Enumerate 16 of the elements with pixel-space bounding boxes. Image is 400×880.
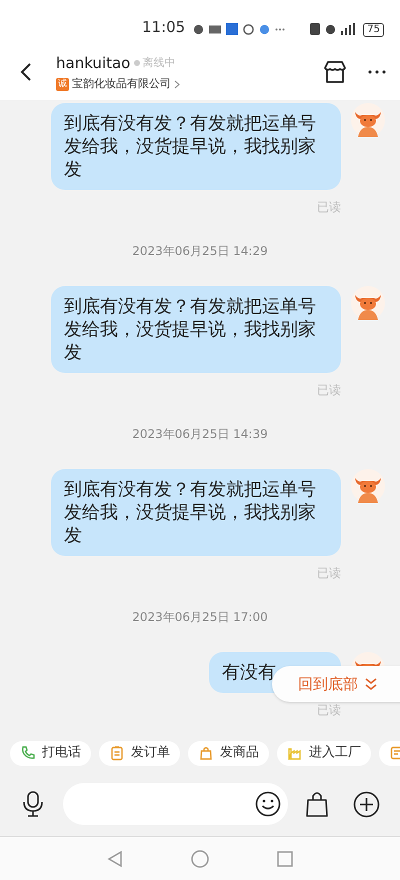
quick-action-chip[interactable]: 打电话 <box>10 740 91 766</box>
timestamp: 2023年06月25日 17:00 <box>132 609 268 626</box>
timestamp: 2023年06月25日 14:29 <box>132 243 268 260</box>
battery-indicator: 75 <box>363 23 384 37</box>
message-bubble: 到底有没有发？有发就把运单号发给我，没货提早说，我找别家发 <box>51 469 341 556</box>
company-link[interactable]: 宝韵化妆品有限公司 <box>72 76 171 92</box>
quick-action-chip[interactable]: 发订单 <box>99 740 180 766</box>
status-time: 11:05 <box>142 16 186 38</box>
quick-action-chip[interactable]: 发商品 <box>188 740 269 766</box>
presence-status: 离线中 <box>142 54 176 70</box>
message-bubble: 到底有没有发？有发就把运单号发给我，没货提早说，我找别家发 <box>51 103 341 190</box>
verified-badge: 诚 <box>56 78 69 91</box>
quick-action-chip[interactable]: 进入工厂 <box>277 740 371 766</box>
contact-name: hankuitao <box>56 52 130 74</box>
message-bubble: 到底有没有发？有发就把运单号发给我，没货提早说，我找别家发 <box>51 286 341 373</box>
timestamp: 2023年06月25日 14:39 <box>132 426 268 443</box>
